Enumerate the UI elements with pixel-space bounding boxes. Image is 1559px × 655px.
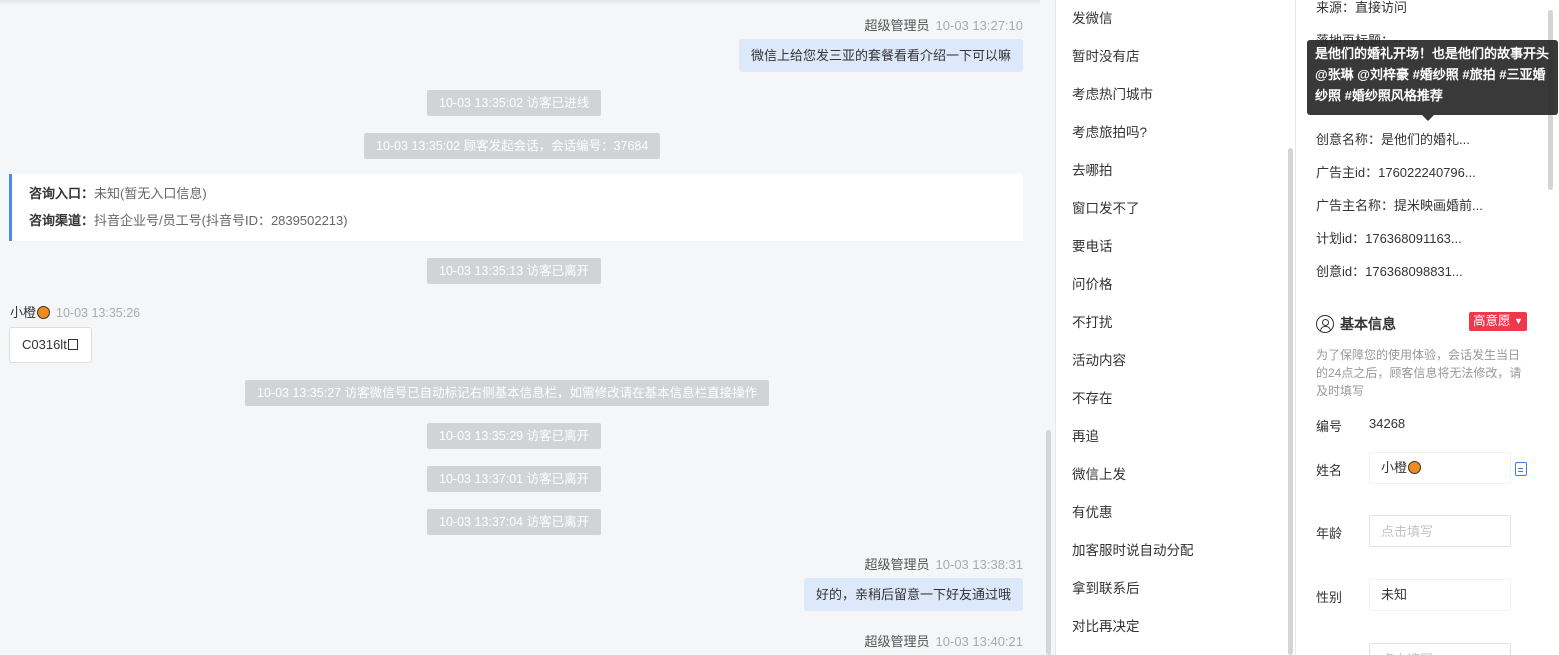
info-notice: 为了保障您的使用体验，会话发生当日的24点之后，顾客信息将无法修改，请及时填写: [1316, 348, 1522, 398]
quick-reply-item[interactable]: 暂时没有店: [1072, 45, 1140, 65]
message-meta: 超级管理员 10-03 13:38:31: [865, 554, 1023, 573]
system-notice: 10-03 13:35:27 访客微信号已自动标记右侧基本信息栏，如需修改请在基…: [245, 380, 770, 406]
consult-entry-label: 咨询入口：: [29, 186, 95, 201]
source-row: 来源：直接访问: [1316, 0, 1408, 15]
orange-emoji-icon: [1408, 461, 1422, 474]
system-notice: 10-03 13:37:01 访客已离开: [427, 466, 602, 492]
quick-reply-item[interactable]: 拿到联系后: [1072, 577, 1140, 597]
agent-message-bubble: 微信上给您发三亚的套餐看看介绍一下可以嘛: [738, 39, 1023, 72]
quick-reply-item[interactable]: 发微信: [1072, 7, 1113, 27]
number-value: 34268: [1369, 416, 1406, 431]
advertiser-name-row: 广告主名称：提米映画婚前...: [1316, 198, 1483, 213]
caret-down-icon: ▼: [1514, 316, 1523, 326]
sender-name: 超级管理员: [864, 18, 930, 33]
quick-reply-item[interactable]: 要电话: [1072, 235, 1113, 255]
visitor-code-message[interactable]: C0316lt: [9, 327, 92, 363]
agent-message-bubble: 好的，亲稍后留意一下好友通过哦: [803, 578, 1023, 611]
consult-channel-row: 咨询渠道：抖音企业号/员工号(抖音号ID：2839502213): [29, 211, 1006, 238]
quick-reply-item[interactable]: 考虑旅拍吗?: [1072, 121, 1147, 141]
advertiser-id-row: 广告主id：176022240796...: [1316, 165, 1476, 180]
consult-channel-value: 抖音企业号/员工号(抖音号ID：2839502213): [94, 213, 348, 228]
top-shadow: [0, 0, 1040, 6]
quick-reply-scrollbar[interactable]: [1288, 148, 1293, 655]
system-notice: 10-03 13:37:04 访客已离开: [427, 509, 602, 535]
system-notice: 10-03 13:35:02 访客已进线: [427, 90, 602, 116]
quick-reply-item[interactable]: 微信上发: [1072, 463, 1126, 483]
quick-reply-item[interactable]: 去哪拍: [1072, 159, 1113, 179]
name-value: 小橙: [1381, 460, 1408, 475]
chat-scrollbar[interactable]: [1046, 430, 1051, 655]
system-notice: 10-03 13:35:02 顾客发起会话，会话编号：37684: [364, 133, 661, 159]
consult-entry-row: 咨询入口：未知(暂无入口信息): [29, 184, 1006, 211]
creative-name-row[interactable]: 创意名称：是他们的婚礼...: [1316, 129, 1470, 148]
visitor-meta: 小橙 10-03 13:35:26: [10, 302, 140, 321]
creative-name-tooltip: 是他们的婚礼开场！也是他们的故事开头@张琳 @刘梓豪 #婚纱照 #旅拍 #三亚婚…: [1307, 40, 1558, 121]
message-time: 10-03 13:27:10: [935, 18, 1023, 33]
consult-channel-label: 咨询渠道：: [29, 213, 95, 228]
copy-icon[interactable]: [67, 339, 78, 350]
quick-reply-item[interactable]: 再追: [1072, 425, 1099, 445]
basic-info-title-text: 基本信息: [1340, 316, 1396, 332]
basic-info-title: 基本信息: [1316, 311, 1396, 334]
quick-reply-item[interactable]: 加客服时说自动分配: [1072, 539, 1194, 559]
quick-reply-item[interactable]: 考虑热门城市: [1072, 83, 1153, 103]
chat-panel: 超级管理员 10-03 13:27:10 微信上给您发三亚的套餐看看介绍一下可以嘛…: [0, 0, 1055, 655]
name-field[interactable]: 小橙: [1369, 452, 1511, 484]
quick-reply-panel: 发微信 暂时没有店 考虑热门城市 考虑旅拍吗? 去哪拍 窗口发不了 要电话 问价…: [1055, 0, 1295, 655]
intent-dropdown[interactable]: 高意愿 ▼: [1469, 312, 1527, 331]
message-time: 10-03 13:35:26: [56, 306, 141, 320]
age-label: 年龄: [1316, 526, 1343, 541]
creative-id-row: 创意id：176368098831...: [1316, 264, 1463, 279]
sender-name: 超级管理员: [864, 634, 930, 649]
orange-emoji-icon: [37, 306, 51, 319]
quick-reply-item[interactable]: 窗口发不了: [1072, 197, 1140, 217]
quick-reply-item[interactable]: 不打扰: [1072, 311, 1113, 331]
visitor-code-text: C0316lt: [22, 337, 67, 352]
consult-entry-value: 未知(暂无入口信息): [94, 186, 207, 201]
copy-document-icon[interactable]: [1515, 462, 1527, 476]
consult-info-card: 咨询入口：未知(暂无入口信息) 咨询渠道：抖音企业号/员工号(抖音号ID：283…: [9, 174, 1023, 241]
age-input[interactable]: [1369, 515, 1511, 547]
next-field-input[interactable]: [1369, 643, 1511, 655]
message-meta: 超级管理员 10-03 13:40:21: [865, 631, 1023, 650]
system-notice: 10-03 13:35:13 访客已离开: [427, 258, 602, 284]
name-label: 姓名: [1316, 463, 1343, 478]
sender-name: 超级管理员: [864, 557, 930, 572]
gender-label: 性别: [1316, 590, 1343, 605]
visitor-name: 小橙: [10, 305, 37, 320]
plan-id-row: 计划id：176368091163...: [1316, 231, 1462, 246]
quick-reply-item[interactable]: 问价格: [1072, 273, 1113, 293]
gender-select[interactable]: 未知: [1369, 579, 1511, 611]
quick-reply-item[interactable]: 有优惠: [1072, 501, 1113, 521]
user-circle-icon: [1316, 315, 1334, 333]
quick-reply-item[interactable]: 活动内容: [1072, 349, 1126, 369]
system-notice: 10-03 13:35:29 访客已离开: [427, 423, 602, 449]
quick-reply-item[interactable]: 不存在: [1072, 387, 1113, 407]
message-time: 10-03 13:38:31: [935, 557, 1023, 572]
quick-reply-item[interactable]: 对比再决定: [1072, 615, 1140, 635]
intent-label: 高意愿: [1473, 314, 1511, 328]
message-time: 10-03 13:40:21: [935, 634, 1023, 649]
message-meta: 超级管理员 10-03 13:27:10: [865, 15, 1023, 34]
number-label: 编号: [1316, 419, 1343, 434]
